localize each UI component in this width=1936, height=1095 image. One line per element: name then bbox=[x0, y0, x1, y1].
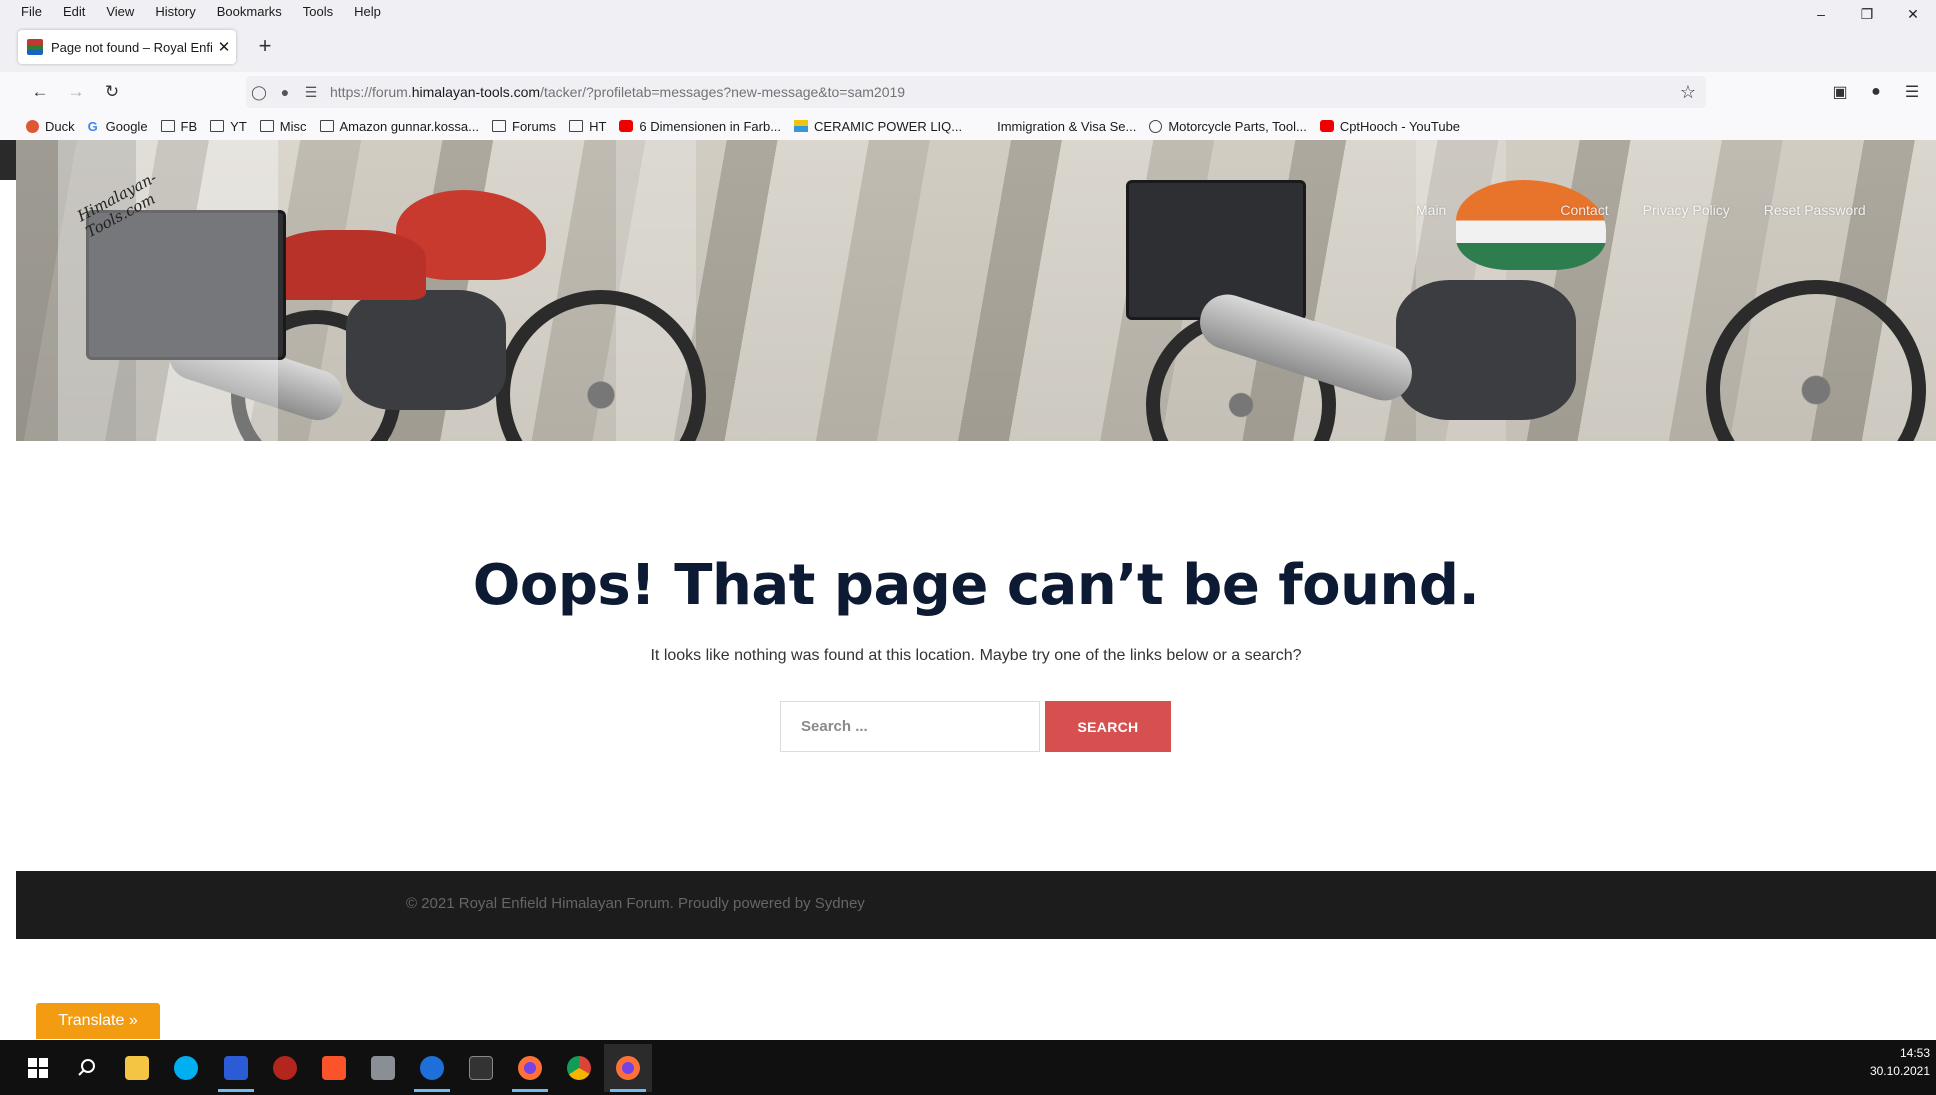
nav-main[interactable]: Main bbox=[1416, 202, 1446, 218]
firefox-active-icon[interactable] bbox=[604, 1044, 652, 1092]
tab-page-not-found[interactable]: Page not found – Royal Enfield ✕ bbox=[18, 30, 236, 64]
folder-icon bbox=[210, 120, 225, 132]
tracking-shield-icon[interactable]: ◯ bbox=[246, 84, 272, 101]
firefox-icon[interactable] bbox=[506, 1044, 554, 1092]
search-form: SEARCH bbox=[780, 701, 1171, 752]
menu-history[interactable]: History bbox=[141, 4, 202, 19]
bookmark-star-icon[interactable]: ☆ bbox=[1680, 82, 1696, 103]
site-logo[interactable]: Himalayan-Tools.com bbox=[72, 156, 192, 266]
menu-bar: File Edit View History Bookmarks Tools H… bbox=[0, 0, 1936, 22]
bookmark-immigration[interactable]: Immigration & Visa Se... bbox=[997, 119, 1136, 134]
tab-strip: Page not found – Royal Enfield ✕ + bbox=[0, 22, 1936, 72]
folder-icon bbox=[259, 120, 274, 132]
youtube-icon bbox=[619, 120, 634, 132]
bookmark-duck[interactable]: Duck bbox=[26, 119, 75, 134]
folder-icon bbox=[492, 120, 506, 132]
error-content: Oops! That page can’t be found. It looks… bbox=[16, 441, 1936, 871]
address-bar[interactable]: ◯ ● ☰ https://forum.himalayan-tools.com/… bbox=[246, 76, 1706, 108]
clock-date: 30.10.2021 bbox=[1869, 1064, 1930, 1078]
account-icon[interactable]: ● bbox=[1862, 80, 1890, 104]
bookmark-6-dimensionen[interactable]: 6 Dimensionen in Farb... bbox=[619, 119, 781, 134]
camera-icon[interactable] bbox=[359, 1044, 407, 1092]
footer-copyright: © 2021 Royal Enfield Himalayan Forum. Pr… bbox=[406, 895, 865, 912]
bookmark-folder-amazon[interactable]: Amazon gunnar.kossa... bbox=[319, 119, 479, 134]
terminal-icon[interactable] bbox=[457, 1044, 505, 1092]
lock-icon[interactable]: ● bbox=[272, 84, 298, 100]
search-icon[interactable] bbox=[63, 1044, 111, 1092]
site-footer: © 2021 Royal Enfield Himalayan Forum. Pr… bbox=[16, 871, 1936, 939]
clock-time: 14:53 bbox=[1899, 1046, 1930, 1060]
globe-icon bbox=[1149, 119, 1163, 133]
folder-icon bbox=[160, 120, 175, 132]
windows-start-icon[interactable] bbox=[14, 1044, 62, 1092]
forward-arrow-icon[interactable]: → bbox=[62, 80, 90, 104]
close-tab-icon[interactable]: ✕ bbox=[212, 38, 236, 56]
bookmark-folder-misc[interactable]: Misc bbox=[259, 119, 307, 134]
file-explorer-icon[interactable] bbox=[113, 1044, 161, 1092]
cloud-app-icon[interactable] bbox=[408, 1044, 456, 1092]
nav-reset-password[interactable]: Reset Password bbox=[1764, 202, 1866, 218]
ceramic-icon bbox=[794, 120, 809, 132]
hamburger-menu-icon[interactable]: ☰ bbox=[1898, 80, 1926, 104]
page-title: Oops! That page can’t be found. bbox=[472, 553, 1480, 618]
bookmark-folder-fb[interactable]: FB bbox=[160, 119, 197, 134]
pocket-icon[interactable]: ▣ bbox=[1826, 80, 1854, 104]
bookmark-folder-yt[interactable]: YT bbox=[210, 119, 247, 134]
brave-icon[interactable] bbox=[310, 1044, 358, 1092]
menu-edit[interactable]: Edit bbox=[49, 4, 92, 19]
menu-bookmarks[interactable]: Bookmarks bbox=[203, 4, 289, 19]
nav-privacy-policy[interactable]: Privacy Policy bbox=[1643, 202, 1730, 218]
back-arrow-icon[interactable]: ← bbox=[26, 80, 54, 104]
new-tab-icon[interactable]: + bbox=[250, 31, 280, 61]
search-input[interactable] bbox=[780, 701, 1040, 752]
chrome-icon[interactable] bbox=[555, 1044, 603, 1092]
windows-taskbar: 14:53 30.10.2021 bbox=[0, 1040, 1936, 1095]
google-icon: G bbox=[87, 118, 98, 134]
duck-icon bbox=[26, 119, 39, 133]
menu-tools[interactable]: Tools bbox=[289, 4, 340, 19]
bookmark-google[interactable]: G Google bbox=[88, 119, 148, 134]
url-text[interactable]: https://forum.himalayan-tools.com/tacker… bbox=[330, 84, 905, 100]
red-app-icon[interactable] bbox=[261, 1044, 309, 1092]
navigation-bar: ← → ↻ ◯ ● ☰ https://forum.himalayan-tool… bbox=[0, 72, 1936, 112]
menu-view[interactable]: View bbox=[92, 4, 141, 19]
folder-icon bbox=[319, 120, 334, 132]
site-navigation: Main Contact Privacy Policy Reset Passwo… bbox=[1416, 202, 1900, 218]
bookmark-folder-ht[interactable]: HT bbox=[569, 119, 606, 134]
site-favicon-icon bbox=[27, 39, 43, 55]
logo-text: Himalayan-Tools.com bbox=[74, 168, 160, 242]
folder-icon bbox=[569, 120, 584, 132]
tab-title: Page not found – Royal Enfield bbox=[51, 39, 212, 55]
left-window-edge bbox=[0, 140, 16, 1040]
bookmark-motorcycle-parts[interactable]: Motorcycle Parts, Tool... bbox=[1149, 119, 1307, 134]
youtube-icon bbox=[1319, 120, 1334, 132]
skype-icon[interactable] bbox=[162, 1044, 210, 1092]
page-viewport: Himalayan-Tools.com Main Contact Privacy… bbox=[16, 140, 1936, 1040]
save-app-icon[interactable] bbox=[212, 1044, 260, 1092]
search-button[interactable]: SEARCH bbox=[1045, 701, 1171, 752]
header-hero-image: Himalayan-Tools.com Main Contact Privacy… bbox=[16, 140, 1936, 441]
reload-icon[interactable]: ↻ bbox=[98, 80, 126, 104]
nav-contact[interactable]: Contact bbox=[1560, 202, 1608, 218]
bookmarks-toolbar: Duck G Google FB YT Misc Amazon gunnar.ko… bbox=[0, 112, 1936, 140]
permissions-icon[interactable]: ☰ bbox=[298, 84, 324, 101]
bookmark-ceramic-power[interactable]: CERAMIC POWER LIQ... bbox=[794, 119, 962, 134]
menu-help[interactable]: Help bbox=[340, 4, 388, 19]
translate-button[interactable]: Translate » bbox=[36, 1003, 160, 1039]
bookmark-cpthooch[interactable]: CptHooch - YouTube bbox=[1319, 119, 1460, 134]
bookmark-folder-forums[interactable]: Forums bbox=[492, 119, 556, 134]
menu-file[interactable]: File bbox=[0, 4, 49, 19]
error-description: It looks like nothing was found at this … bbox=[650, 647, 1302, 664]
system-clock[interactable]: 14:53 30.10.2021 bbox=[1870, 1044, 1930, 1080]
